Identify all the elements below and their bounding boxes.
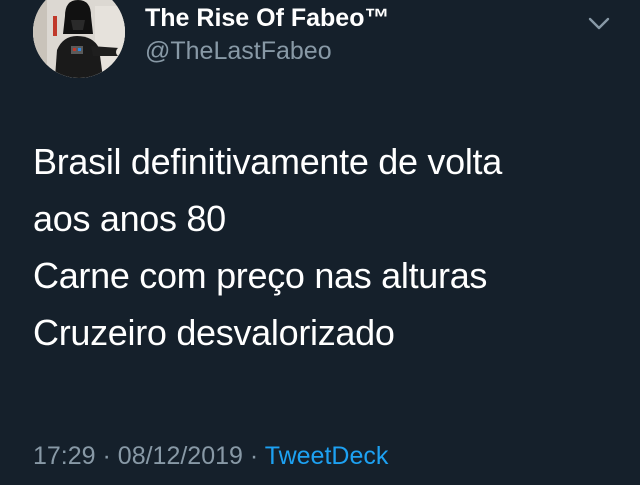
tweet-date[interactable]: 08/12/2019 [118, 442, 243, 470]
author-handle[interactable]: @TheLastFabeo [145, 36, 332, 66]
tweet-card: The Rise Of Fabeo™ @TheLastFabeo Brasil … [0, 0, 640, 485]
tweet-text-line: Cruzeiro desvalorizado [33, 312, 395, 353]
chevron-down-icon[interactable] [584, 8, 614, 38]
tweet-text: Brasil definitivamente de volta aos anos… [33, 133, 623, 361]
tweet-source-link[interactable]: TweetDeck [265, 442, 389, 470]
tweet-text-line: Carne com preço nas alturas [33, 255, 488, 296]
tweet-text-line: Brasil definitivamente de volta [33, 141, 502, 182]
avatar[interactable] [33, 0, 125, 78]
separator: · [102, 442, 111, 470]
separator: · [249, 442, 259, 470]
tweet-time[interactable]: 17:29 [33, 442, 96, 470]
author-display-name[interactable]: The Rise Of Fabeo™ [145, 3, 389, 33]
tweet-metadata: 17:29 · 08/12/2019 · TweetDeck [33, 440, 388, 472]
tweet-text-line: aos anos 80 [33, 198, 226, 239]
avatar-image [33, 0, 125, 78]
